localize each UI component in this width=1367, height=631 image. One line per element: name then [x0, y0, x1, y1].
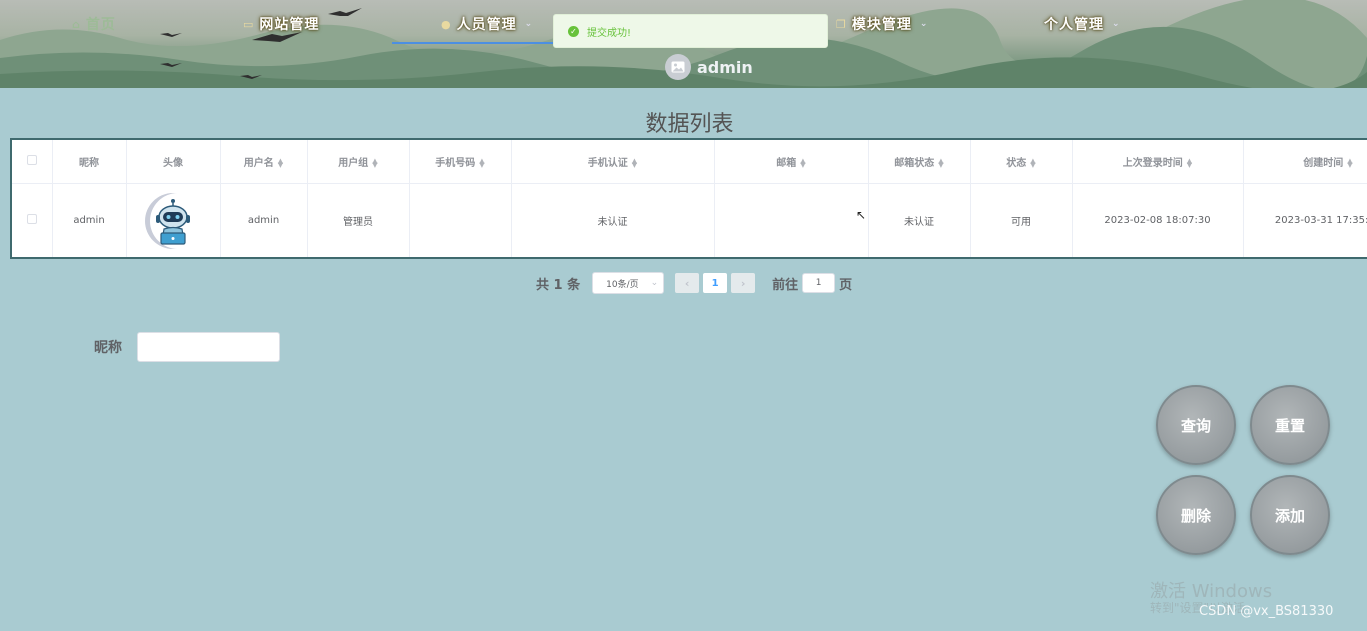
add-button[interactable]: 添加: [1250, 475, 1330, 555]
nav-personal-management-label: 个人管理: [1044, 17, 1104, 33]
total-label: 共 1 条: [536, 277, 581, 293]
chevron-down-icon: ⌄: [650, 278, 659, 288]
search-nickname-input[interactable]: [137, 332, 280, 362]
column-header: 昵称: [52, 140, 127, 184]
sort-icon[interactable]: ▲ ▼: [632, 157, 637, 168]
sort-icon[interactable]: ▲ ▼: [372, 157, 377, 168]
cell-username: admin: [220, 183, 308, 257]
cell-email: [714, 183, 869, 257]
select-all-cell: [12, 140, 53, 184]
home-icon: ⌂: [72, 17, 81, 31]
reset-button[interactable]: 重置: [1250, 385, 1330, 465]
table-header-row: 昵称 头像 用户名 ▲ ▼ 用户组 ▲ ▼ 手机号码 ▲ ▼ 手机认证 ▲ ▼ 邮箱 ▲ ▼ 邮箱状…: [12, 140, 1367, 184]
table-row: admin admin 管理员 未认证 未认证 可用 2023-02-08 18…: [12, 183, 1367, 257]
cell-avatar: [126, 183, 221, 257]
cell-nickname: admin: [52, 183, 127, 257]
query-button[interactable]: 查询: [1156, 385, 1236, 465]
row-checkbox[interactable]: [26, 214, 37, 225]
prev-page-button[interactable]: ‹: [675, 273, 700, 293]
column-header[interactable]: 手机号码 ▲ ▼: [409, 140, 512, 184]
chevron-down-icon: ⌄: [919, 19, 929, 29]
avatar: [665, 54, 691, 80]
sort-icon[interactable]: ▲ ▼: [1347, 157, 1352, 168]
nav-site-management[interactable]: ▭ 网站管理: [243, 14, 319, 34]
sort-icon[interactable]: ▲ ▼: [278, 157, 283, 168]
sort-icon[interactable]: ▲ ▼: [800, 157, 805, 168]
row-select-cell: [12, 183, 53, 257]
nav-personal-management[interactable]: 个人管理 ⌄: [1044, 14, 1121, 34]
nav-site-management-label: 网站管理: [259, 17, 320, 33]
nav-module-management-label: 模块管理: [851, 17, 912, 33]
csdn-watermark: CSDN @vx_BS81330: [1199, 604, 1334, 619]
nav-home-label: 首页: [85, 17, 116, 33]
cell-status: 可用: [970, 183, 1073, 257]
user-name: admin: [697, 57, 753, 77]
pagination: 共 1 条 10条/页 ⌄ ‹ 1 › 前往 1 页: [536, 272, 852, 294]
chevron-down-icon: ⌄: [1112, 19, 1121, 29]
select-all-checkbox[interactable]: [26, 154, 37, 165]
nav-module-management[interactable]: ❐ 模块管理 ⌄: [836, 14, 928, 34]
cell-email-status: 未认证: [868, 183, 971, 257]
cell-last-login: 2023-02-08 18:07:30: [1072, 183, 1244, 257]
cell-phone: [409, 183, 512, 257]
page-title: 数据列表: [645, 112, 734, 137]
page-size-select[interactable]: 10条/页 ⌄: [592, 272, 665, 294]
search-nickname-label: 昵称: [94, 340, 122, 356]
nav-home[interactable]: ⌂ 首页: [72, 14, 116, 34]
user-menu[interactable]: admin: [665, 54, 753, 80]
monitor-icon: ▭: [243, 17, 255, 31]
sort-icon[interactable]: ▲ ▼: [938, 157, 943, 168]
column-header[interactable]: 创建时间 ▲ ▼: [1243, 140, 1367, 184]
mouse-cursor-icon: ↖: [856, 208, 867, 222]
cell-phone-verified: 未认证: [511, 183, 715, 257]
column-header[interactable]: 邮箱 ▲ ▼: [714, 140, 869, 184]
copy-icon: ❐: [836, 17, 847, 31]
sort-icon[interactable]: ▲ ▼: [1187, 157, 1192, 168]
nav-personnel-management[interactable]: ● 人员管理 ⌄: [441, 14, 533, 34]
column-header[interactable]: 上次登录时间 ▲ ▼: [1072, 140, 1244, 184]
goto-suffix: 页: [839, 277, 853, 293]
image-icon: [671, 61, 685, 73]
page-number-button[interactable]: 1: [703, 273, 728, 293]
column-header[interactable]: 用户名 ▲ ▼: [220, 140, 308, 184]
user-icon: ●: [441, 17, 452, 31]
chevron-down-icon: ⌄: [524, 19, 534, 29]
column-header: 头像: [126, 140, 221, 184]
robot-icon: [156, 198, 190, 245]
active-nav-indicator: [392, 42, 554, 44]
robot-avatar-image: [145, 192, 201, 249]
nav-personnel-management-label: 人员管理: [456, 17, 517, 33]
data-table: 昵称 头像 用户名 ▲ ▼ 用户组 ▲ ▼ 手机号码 ▲ ▼ 手机认证 ▲ ▼ 邮箱 ▲ ▼ 邮箱状…: [10, 138, 1367, 259]
cell-group: 管理员: [307, 183, 410, 257]
goto-page-input[interactable]: 1: [802, 273, 836, 293]
cell-created: 2023-03-31 17:35:13: [1243, 183, 1367, 257]
column-header[interactable]: 手机认证 ▲ ▼: [511, 140, 715, 184]
column-header[interactable]: 状态 ▲ ▼: [970, 140, 1073, 184]
column-header[interactable]: 用户组 ▲ ▼: [307, 140, 410, 184]
sort-icon[interactable]: ▲ ▼: [479, 157, 484, 168]
goto-prefix: 前往: [772, 277, 799, 293]
success-toast: ✓ 提交成功!: [553, 14, 828, 48]
next-page-button[interactable]: ›: [731, 273, 756, 293]
check-circle-icon: ✓: [568, 25, 579, 37]
delete-button[interactable]: 删除: [1156, 475, 1236, 555]
sort-icon[interactable]: ▲ ▼: [1030, 157, 1035, 168]
toast-message: 提交成功!: [587, 27, 632, 39]
column-header[interactable]: 邮箱状态 ▲ ▼: [868, 140, 971, 184]
